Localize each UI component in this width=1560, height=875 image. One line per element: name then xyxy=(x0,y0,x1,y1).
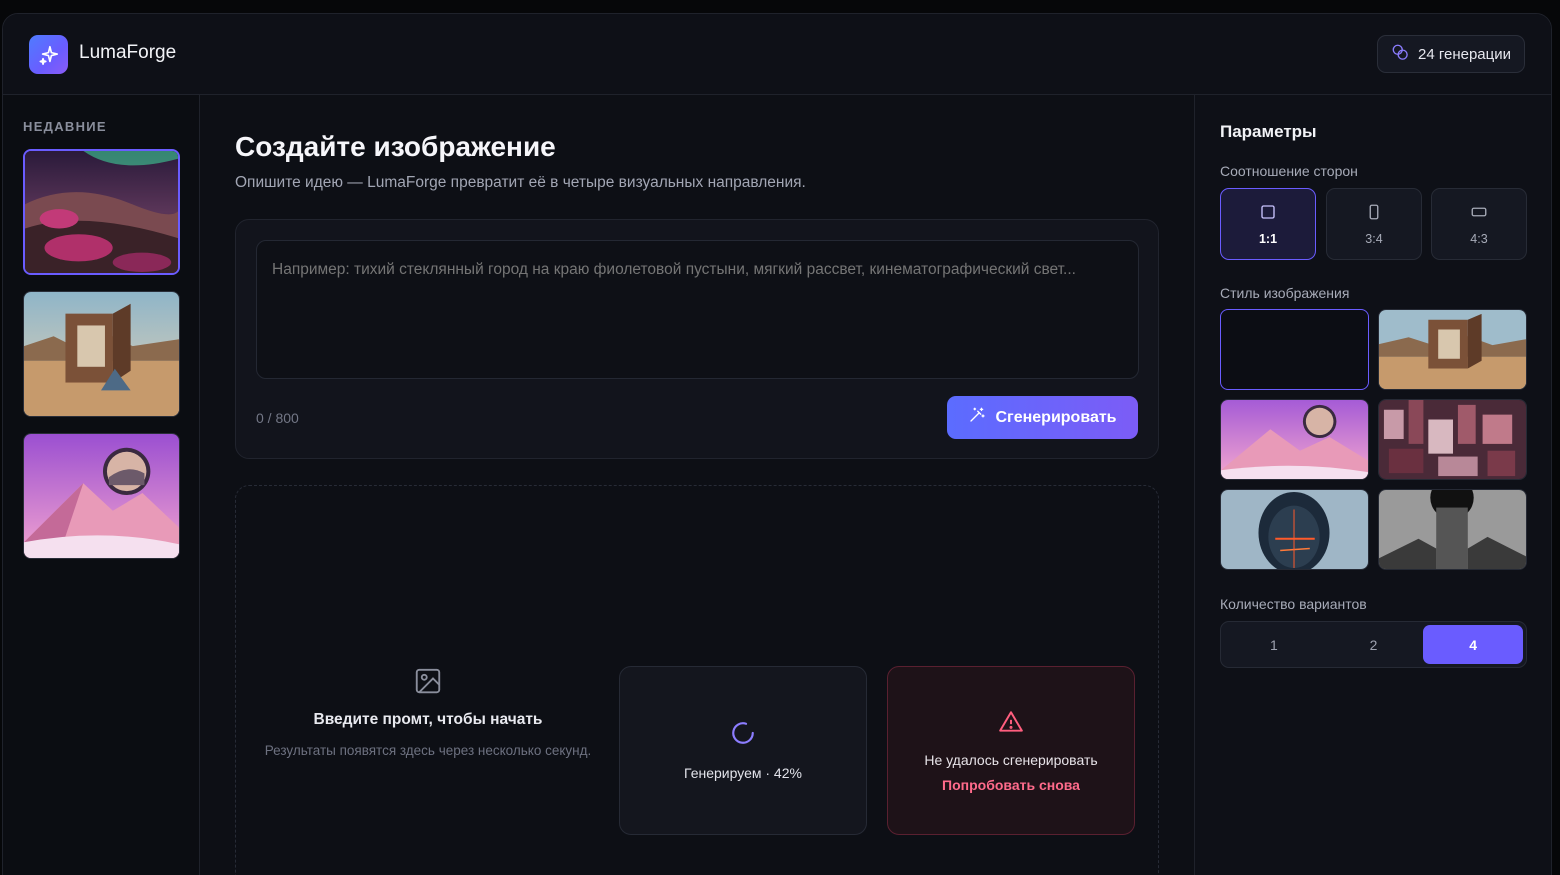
page-subtitle: Опишите идею — LumaForge превратит её в … xyxy=(235,174,806,191)
style-option[interactable] xyxy=(1220,489,1369,570)
desert-mirror-cube-image xyxy=(24,292,179,416)
count-label: Количество вариантов xyxy=(1220,596,1367,612)
page-title: Создайте изображение xyxy=(235,131,556,162)
empty-state-description: Результаты появятся здесь через нескольк… xyxy=(264,743,592,758)
image-placeholder-icon xyxy=(256,666,600,701)
variant-count-selector: 1 2 4 xyxy=(1220,621,1527,668)
aspect-ratio-4-3-button[interactable]: 4:3 xyxy=(1431,188,1527,260)
square-frame-icon xyxy=(1259,203,1277,224)
recent-sidebar: НЕДАВНИЕ xyxy=(3,95,200,875)
app-window: LumaForge 24 генерации НЕДАВНИЕ Создайте… xyxy=(2,13,1552,875)
style-option[interactable] xyxy=(1378,489,1527,570)
sidebar-title: НЕДАВНИЕ xyxy=(23,119,107,134)
aurora-dunes-image xyxy=(25,151,178,273)
style-abstract-city-image xyxy=(1379,400,1526,479)
parameters-panel: Параметры Соотношение сторон 1:1 3:4 4:3… xyxy=(1194,95,1551,875)
spinner-icon xyxy=(730,720,756,751)
sparkle-logo-icon xyxy=(29,35,68,74)
coins-icon xyxy=(1391,43,1409,65)
style-label: Стиль изображения xyxy=(1220,285,1350,301)
generate-button-label: Сгенерировать xyxy=(995,408,1117,426)
count-option-4[interactable]: 4 xyxy=(1423,625,1524,664)
style-cyber-face-image xyxy=(1221,490,1368,569)
app-name: LumaForge xyxy=(79,42,177,63)
top-bar: LumaForge 24 генерации xyxy=(3,14,1551,95)
style-desert-image xyxy=(1379,310,1526,389)
recent-thumbnail[interactable] xyxy=(23,433,180,559)
aspect-ratio-label-text: 4:3 xyxy=(1470,231,1488,246)
aspect-ratio-label: Соотношение сторон xyxy=(1220,163,1358,179)
loading-card: Генерируем · 42% xyxy=(619,666,867,835)
retry-button[interactable]: Попробовать снова xyxy=(942,777,1080,793)
style-option[interactable] xyxy=(1220,399,1369,480)
aspect-ratio-label-text: 1:1 xyxy=(1258,231,1278,246)
prompt-input[interactable] xyxy=(256,240,1139,379)
loading-progress-text: Генерируем · 42% xyxy=(684,765,802,781)
style-monochrome-image xyxy=(1379,490,1526,569)
magic-wand-icon xyxy=(968,406,986,429)
style-pastel-image xyxy=(1221,400,1368,479)
count-option-2[interactable]: 2 xyxy=(1324,625,1424,664)
aspect-ratio-label-text: 3:4 xyxy=(1365,231,1383,246)
aspect-ratio-1-1-button[interactable]: 1:1 xyxy=(1220,188,1316,260)
pink-mountain-orb-image xyxy=(24,434,179,558)
count-option-1[interactable]: 1 xyxy=(1224,625,1324,664)
char-counter: 0 / 800 xyxy=(256,410,299,426)
credits-label: 24 генерации xyxy=(1418,45,1511,63)
empty-state: Введите промт, чтобы начать Результаты п… xyxy=(256,666,600,761)
error-card: Не удалось сгенерировать Попробовать сно… xyxy=(887,666,1135,835)
aspect-ratio-3-4-button[interactable]: 3:4 xyxy=(1326,188,1422,260)
error-message: Не удалось сгенерировать xyxy=(924,751,1098,768)
style-option[interactable] xyxy=(1378,309,1527,390)
style-option[interactable] xyxy=(1220,309,1369,390)
recent-thumbnail[interactable] xyxy=(23,149,180,275)
recent-thumbnail[interactable] xyxy=(23,291,180,417)
warning-icon xyxy=(998,709,1024,740)
generate-button[interactable]: Сгенерировать xyxy=(947,396,1138,439)
credits-badge[interactable]: 24 генерации xyxy=(1377,35,1525,73)
landscape-frame-icon xyxy=(1469,203,1489,224)
main-content: Создайте изображение Опишите идею — Luma… xyxy=(201,95,1193,875)
parameters-title: Параметры xyxy=(1220,122,1317,141)
portrait-frame-icon xyxy=(1365,203,1383,224)
style-option[interactable] xyxy=(1378,399,1527,480)
empty-state-title: Введите промт, чтобы начать xyxy=(313,711,543,728)
prompt-card: 0 / 800 Сгенерировать xyxy=(235,219,1159,459)
results-area: Введите промт, чтобы начать Результаты п… xyxy=(235,485,1159,875)
